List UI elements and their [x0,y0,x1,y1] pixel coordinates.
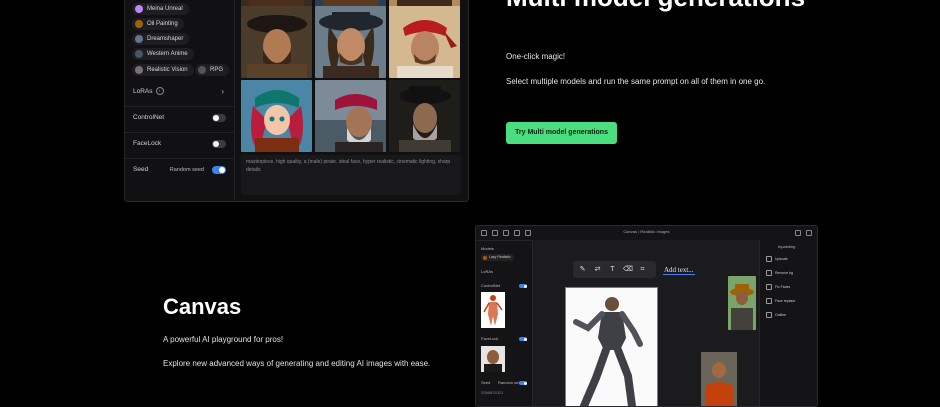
editor-topbar: Canvas / Realistic Images [476,226,817,241]
model-chip-rpg[interactable]: RPG [195,64,230,76]
generated-image[interactable] [241,6,312,78]
generated-image[interactable] [315,6,386,78]
inpainting-header: Inpainting [778,244,796,249]
mockup-sidebar: Meina Unreal Oil Painting Dreamshaper We… [125,0,235,201]
multi-model-heading: Multi model generations [506,0,805,12]
editor-canvas-area[interactable]: ✎ ⇄ T ⌫ ⌗ Add text... [533,240,759,406]
brush-icon[interactable]: ✎ [578,265,587,274]
editor-right-panel: Inpainting Upscale Remove bg Fix Faces F… [759,240,817,406]
remove-bg-button[interactable]: Remove bg [766,270,793,276]
model-chip-western-anime[interactable]: Western Anime [132,48,194,60]
loras-row[interactable]: LoRAs i › [125,83,234,107]
facelock-label: FaceLock [481,336,499,341]
prompt-text: masterpiece, high quality, a (male) pira… [241,155,461,195]
outline-button[interactable]: Outline [766,312,786,318]
generated-image[interactable] [389,6,460,78]
info-icon: i [155,87,164,96]
close-icon[interactable] [806,230,812,236]
multi-model-subheading: One-click magic! [506,52,566,61]
facelock-thumbnail[interactable] [481,346,505,372]
model-chip-label: Western Anime [147,51,188,57]
canvas-side-image[interactable] [728,276,756,330]
random-seed-toggle[interactable] [519,381,527,385]
model-chip-dreamshaper[interactable]: Dreamshaper [132,33,190,45]
random-seed-toggle[interactable] [212,166,226,174]
model-chip-realistic-vision[interactable]: Realistic Vision [132,64,194,76]
model-avatar-icon [135,50,143,58]
text-icon[interactable]: T [608,265,617,274]
controlnet-label: ControlNet [481,283,501,288]
chevron-right-icon: › [221,87,224,96]
controlnet-toggle[interactable] [519,284,527,288]
model-avatar-icon [135,20,143,28]
facelock-label: FaceLock [133,140,162,147]
model-chip-oil-painting[interactable]: Oil Painting [132,18,184,30]
loras-label: LoRAs [481,269,494,274]
seed-label: Seed [133,166,149,173]
model-avatar-icon [135,35,143,43]
model-chip-meina-unreal[interactable]: Meina Unreal [132,3,189,15]
model-chip-label: Realistic Vision [147,67,188,73]
multi-model-mockup: Meina Unreal Oil Painting Dreamshaper We… [124,0,469,202]
controlnet-thumbnail[interactable] [481,292,505,328]
loras-label: LoRAs [133,88,153,95]
facelock-toggle[interactable] [519,337,527,341]
model-chip-label: RPG [210,67,224,73]
crop-icon[interactable]: ⌗ [638,265,647,274]
model-avatar-icon [483,255,487,260]
add-text-field[interactable]: Add text... [663,266,695,275]
editor-title: Canvas / Realistic Images [623,229,670,234]
model-avatar-icon [198,66,206,74]
controlnet-label: ControlNet [133,114,165,121]
generated-images-grid [241,0,461,152]
canvas-description: Explore new advanced ways of generating … [163,359,431,368]
model-chip-label: Dreamshaper [147,36,184,42]
model-chip-label: Meina Unreal [147,6,183,12]
canvas-editor-mockup: Canvas / Realistic Images Models Lazy Re… [475,225,818,407]
model-chip[interactable]: Lazy Realistic [481,254,514,261]
model-avatar-icon [135,66,143,74]
model-chip-label: Lazy Realistic [489,255,511,259]
eraser-icon[interactable]: ⌫ [623,265,633,274]
canvas-subheading: A powerful AI playground for pros! [163,335,284,344]
multi-model-description: Select multiple models and run the same … [506,77,766,86]
generated-image[interactable] [241,80,312,152]
controlnet-row: ControlNet [125,109,234,133]
facelock-row: FaceLock [125,135,234,159]
fix-faces-button[interactable]: Fix Faces [766,284,790,290]
model-avatar-icon [135,5,143,13]
settings-icon[interactable] [795,230,801,236]
generated-image[interactable] [389,80,460,152]
canvas-toolbar: ✎ ⇄ T ⌫ ⌗ [573,261,656,278]
controlnet-toggle[interactable] [212,114,226,122]
models-label: Models [481,246,494,251]
random-seed-label: Random seed [169,167,204,173]
seed-input[interactable]: 2056875321 [481,390,503,395]
facelock-toggle[interactable] [212,140,226,148]
canvas-heading: Canvas [163,294,242,319]
generated-image[interactable] [315,80,386,152]
seed-label: Seed [481,380,491,385]
upscale-button[interactable]: Upscale [766,256,788,262]
try-multi-model-button[interactable]: Try Multi model generations [506,122,617,144]
face-replace-button[interactable]: Face replace [766,298,795,304]
canvas-side-image[interactable] [701,352,737,406]
editor-left-panel: Models Lazy Realistic LoRAs ControlNet F… [476,240,533,406]
seed-row: Seed Random seed [133,161,226,179]
canvas-main-image[interactable] [565,287,658,406]
model-chip-label: Oil Painting [147,21,178,27]
shuffle-icon[interactable]: ⇄ [593,265,602,274]
